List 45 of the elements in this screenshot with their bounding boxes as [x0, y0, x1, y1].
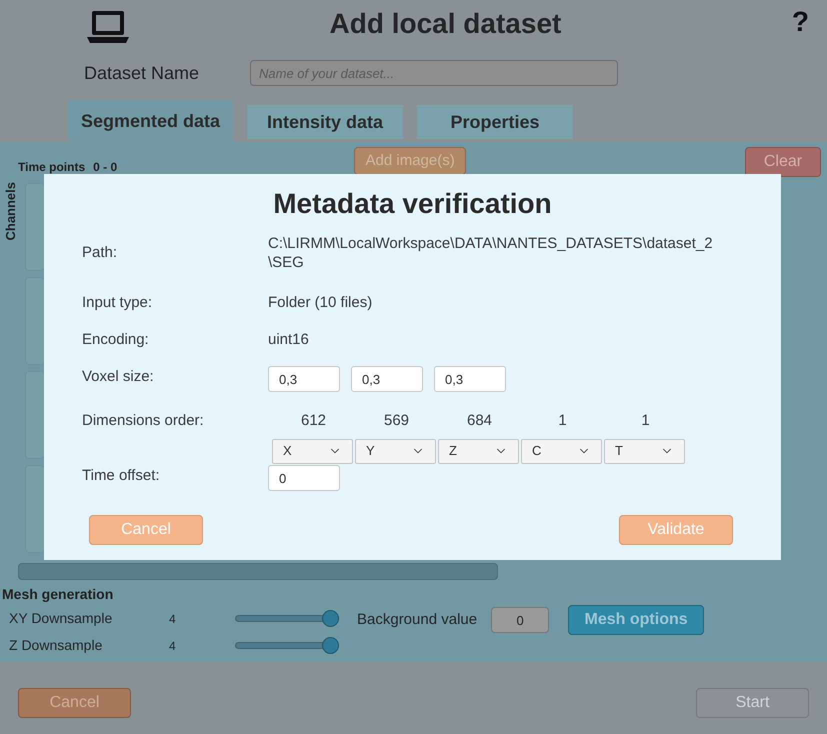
dimension-size: 1: [640, 411, 651, 431]
dimension-size: 1: [557, 411, 568, 431]
input-type-label: Input type:: [82, 293, 154, 313]
slider-thumb[interactable]: [322, 637, 339, 654]
axis-dropdown[interactable]: X: [272, 438, 353, 464]
dimension-size: 612: [300, 411, 328, 431]
dimension-size: 684: [466, 411, 494, 431]
path-label: Path:: [82, 243, 118, 263]
slider-label: XY Downsample: [9, 609, 114, 628]
dataset-name-label: Dataset Name: [84, 62, 200, 84]
input-type-value: Folder (10 files): [268, 293, 372, 313]
background-value-field[interactable]: 0: [491, 607, 550, 633]
help-button[interactable]: ?: [792, 8, 809, 40]
window-title: Add local dataset: [328, 7, 562, 41]
axis-dropdown[interactable]: Z: [438, 438, 519, 464]
time-offset-label: Time offset:: [82, 466, 161, 486]
slider-label: Z Downsample: [9, 636, 104, 655]
slider[interactable]: [235, 637, 339, 654]
path-value: C:\LIRMM\LocalWorkspace\DATA\NANTES_DATASETS\dataset_2\SEG: [268, 234, 714, 272]
voxel-size-label: Voxel size:: [82, 367, 155, 387]
axis-dropdown[interactable]: T: [604, 438, 685, 464]
dialog-title: Metadata verification: [272, 187, 553, 221]
laptop-icon: [87, 9, 129, 45]
tab[interactable]: Intensity data: [247, 105, 403, 139]
slider-value: 4: [169, 638, 177, 654]
channels-label: Channels: [2, 182, 19, 241]
time-points-value: 0 - 0: [93, 160, 118, 174]
axis-dropdown[interactable]: Y: [355, 438, 436, 464]
mesh-generation-title: Mesh generation: [2, 585, 114, 604]
time-points-label: Time points: [18, 160, 86, 174]
axis-dropdown[interactable]: C: [521, 438, 602, 464]
dimension-size: 569: [382, 411, 410, 431]
encoding-value: uint16: [268, 330, 309, 350]
time-offset-field[interactable]: 0: [268, 465, 340, 491]
voxel-size-field[interactable]: 0,3: [268, 366, 340, 392]
slider[interactable]: [235, 610, 339, 627]
tab[interactable]: Segmented data: [68, 100, 233, 142]
slider-value: 4: [169, 610, 177, 628]
tab[interactable]: Properties: [417, 105, 573, 139]
background-value-label: Background value: [357, 610, 478, 630]
encoding-label: Encoding:: [82, 330, 150, 350]
dimensions-order-label: Dimensions order:: [82, 411, 205, 431]
voxel-size-field[interactable]: 0,3: [434, 366, 506, 392]
slider-thumb[interactable]: [322, 610, 339, 627]
voxel-size-field[interactable]: 0,3: [351, 366, 423, 392]
